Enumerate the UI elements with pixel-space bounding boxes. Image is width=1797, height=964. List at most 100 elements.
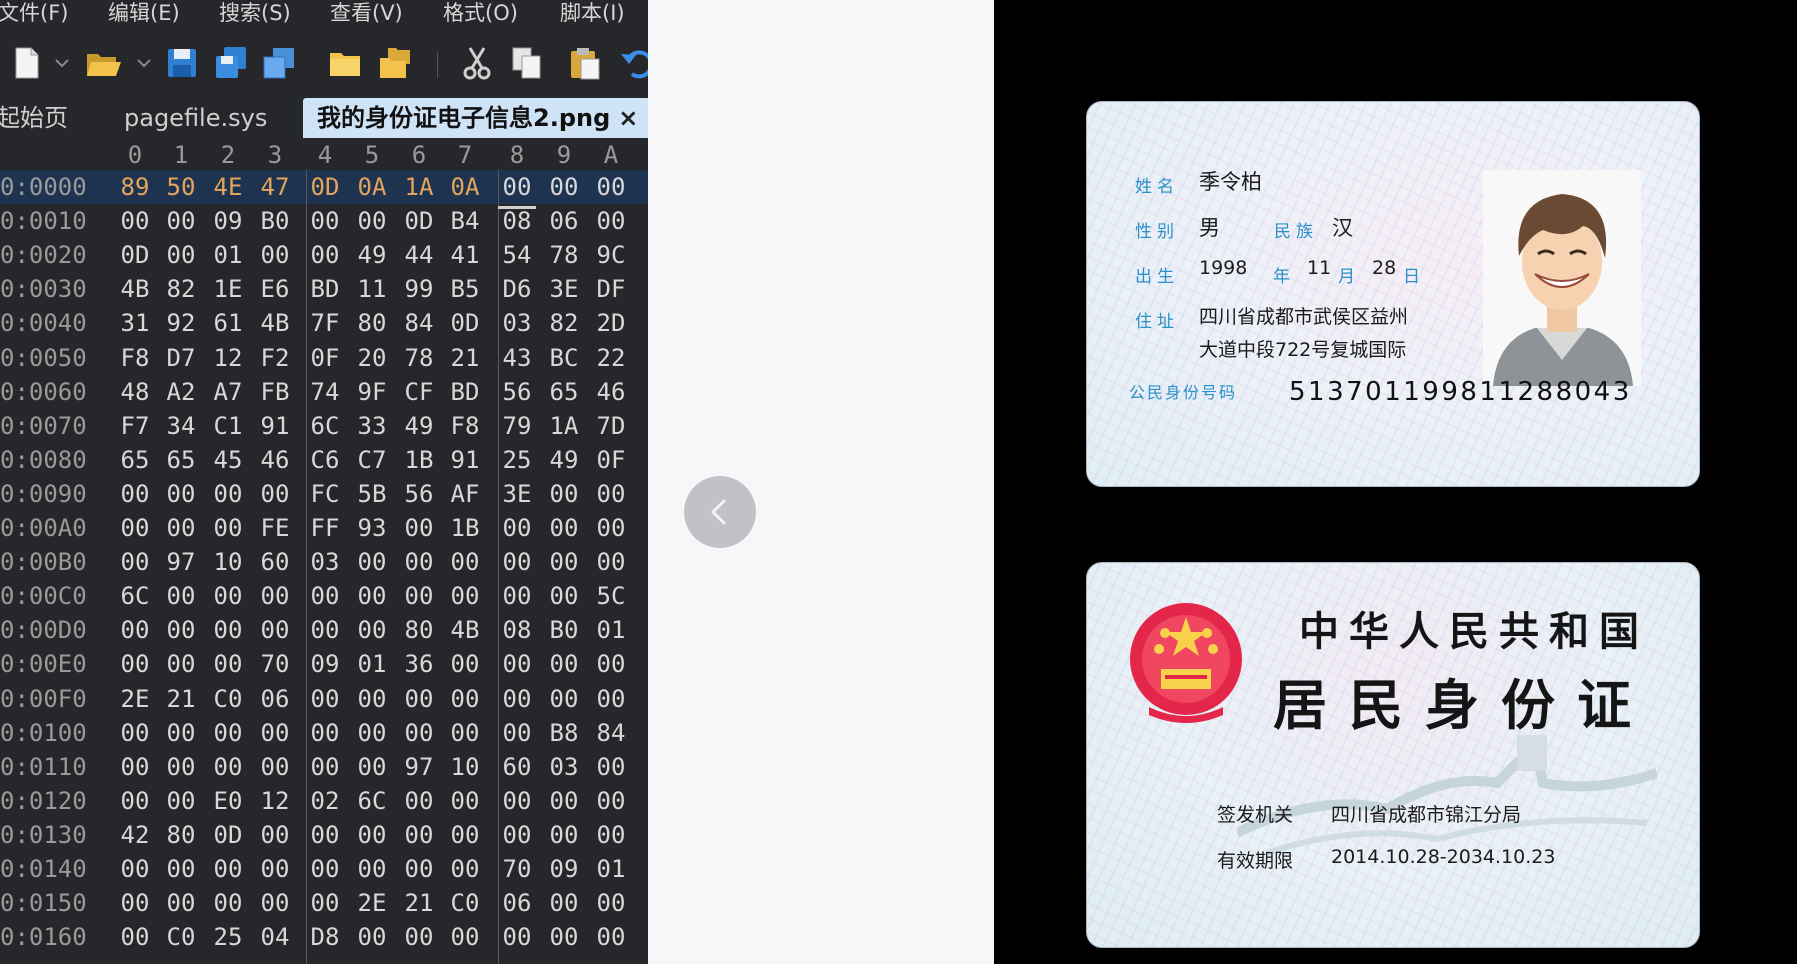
hex-byte[interactable]: 0 <box>634 647 648 681</box>
hex-byte[interactable]: 21 <box>442 341 488 375</box>
hex-byte[interactable]: 00 <box>588 682 634 716</box>
hex-row[interactable]: 0:016000C02504D80000000000000 <box>0 920 648 954</box>
hex-byte[interactable]: CF <box>396 375 442 409</box>
hex-byte[interactable]: 00 <box>205 579 251 613</box>
hex-byte[interactable]: 41 <box>442 238 488 272</box>
hex-byte[interactable]: 93 <box>349 511 395 545</box>
hex-byte[interactable]: 00 <box>442 682 488 716</box>
hex-row[interactable]: 0:015000000000002E21C00600000 <box>0 886 648 920</box>
hex-byte[interactable]: 0D <box>396 204 442 238</box>
hex-byte[interactable]: D7 <box>158 341 204 375</box>
hex-byte[interactable]: 12 <box>205 341 251 375</box>
copy-icon[interactable] <box>508 44 546 82</box>
hex-row[interactable]: 0:014000000000000000007009013 <box>0 852 648 886</box>
save-icon[interactable] <box>163 44 201 82</box>
hex-byte[interactable]: C0 <box>442 886 488 920</box>
hex-byte[interactable]: 1A <box>541 409 587 443</box>
hex-byte[interactable]: 00 <box>302 750 348 784</box>
hex-byte[interactable]: 00 <box>396 920 442 954</box>
hex-byte[interactable]: 00 <box>349 204 395 238</box>
hex-row[interactable]: 0:00A0000000FEFF93001B0000000 <box>0 511 648 545</box>
hex-byte[interactable]: 00 <box>396 545 442 579</box>
hex-byte[interactable]: E6 <box>252 272 298 306</box>
hex-byte[interactable]: 61 <box>205 306 251 340</box>
hex-byte[interactable]: 00 <box>252 579 298 613</box>
hex-byte[interactable]: 00 <box>541 647 587 681</box>
hex-byte[interactable]: 00 <box>349 716 395 750</box>
hex-byte[interactable]: 00 <box>158 647 204 681</box>
hex-byte[interactable]: 00 <box>112 647 158 681</box>
hex-byte[interactable]: 3 <box>634 852 648 886</box>
hex-byte[interactable]: 00 <box>158 886 204 920</box>
hex-byte[interactable]: 49 <box>541 443 587 477</box>
folders-icon[interactable] <box>376 44 414 82</box>
hex-byte[interactable]: 00 <box>252 818 298 852</box>
hex-byte[interactable]: 84 <box>588 716 634 750</box>
hex-byte[interactable]: 00 <box>112 511 158 545</box>
hex-byte[interactable]: 6C <box>112 579 158 613</box>
hex-byte[interactable]: 00 <box>494 716 540 750</box>
hex-byte[interactable]: 65 <box>158 443 204 477</box>
hex-byte[interactable]: 00 <box>112 613 158 647</box>
hex-byte[interactable]: 31 <box>112 306 158 340</box>
hex-byte[interactable]: 70 <box>252 647 298 681</box>
folder-icon[interactable] <box>326 44 364 82</box>
hex-byte[interactable]: 80 <box>158 818 204 852</box>
hex-row[interactable]: 0:013042800D00000000000000008 <box>0 818 648 852</box>
hex-byte[interactable]: C6 <box>302 443 348 477</box>
hex-row[interactable]: 0:01200000E012026C00000000000 <box>0 784 648 818</box>
hex-row[interactable]: 0:00F02E21C006000000000000000 <box>0 682 648 716</box>
hex-byte[interactable]: 0D <box>302 170 348 204</box>
hex-byte[interactable]: 5B <box>349 477 395 511</box>
hex-byte[interactable]: 00 <box>302 818 348 852</box>
hex-byte[interactable]: 97 <box>158 545 204 579</box>
hex-byte[interactable]: 91 <box>252 409 298 443</box>
hex-byte[interactable]: F2 <box>252 341 298 375</box>
hex-byte[interactable]: C0 <box>205 682 251 716</box>
hex-byte[interactable]: 00 <box>158 784 204 818</box>
hex-byte[interactable]: 82 <box>158 272 204 306</box>
tab-start-page[interactable]: 起始页 <box>0 98 68 138</box>
hex-byte[interactable]: 00 <box>494 170 540 204</box>
hex-byte[interactable]: 08 <box>494 613 540 647</box>
hex-byte[interactable]: 00 <box>302 716 348 750</box>
hex-byte[interactable]: 09 <box>302 647 348 681</box>
hex-byte[interactable]: 0 <box>634 716 648 750</box>
hex-row[interactable]: 0:00200D0001000049444154789CE <box>0 238 648 272</box>
hex-byte[interactable]: F8 <box>442 409 488 443</box>
hex-byte[interactable]: 00 <box>252 750 298 784</box>
hex-byte[interactable]: E0 <box>205 784 251 818</box>
hex-byte[interactable]: 00 <box>541 818 587 852</box>
hex-byte[interactable]: 00 <box>588 204 634 238</box>
hex-byte[interactable]: 2E <box>112 682 158 716</box>
hex-byte[interactable]: 00 <box>588 750 634 784</box>
hex-byte[interactable]: 04 <box>252 920 298 954</box>
hex-byte[interactable]: 00 <box>112 477 158 511</box>
hex-byte[interactable]: 00 <box>349 852 395 886</box>
hex-byte[interactable]: 21 <box>158 682 204 716</box>
hex-byte[interactable]: 09 <box>541 852 587 886</box>
hex-row[interactable]: 0:0050 F8D712F20F20782143BC223 <box>0 341 648 375</box>
hex-byte[interactable]: BD <box>302 272 348 306</box>
hex-byte[interactable]: 00 <box>588 784 634 818</box>
hex-byte[interactable]: 82 <box>541 306 587 340</box>
menu-script[interactable]: 脚本(I) <box>560 0 625 30</box>
hex-byte[interactable]: B0 <box>252 204 298 238</box>
hex-byte[interactable]: 8 <box>634 818 648 852</box>
hex-byte[interactable]: 0 <box>634 920 648 954</box>
hex-byte[interactable]: C7 <box>349 443 395 477</box>
hex-byte[interactable]: 00 <box>541 886 587 920</box>
hex-byte[interactable]: 09 <box>205 204 251 238</box>
hex-byte[interactable]: 00 <box>205 852 251 886</box>
hex-byte[interactable]: 4B <box>252 306 298 340</box>
hex-byte[interactable]: 11 <box>349 272 395 306</box>
hex-byte[interactable]: 0F <box>302 341 348 375</box>
hex-view[interactable]: 0123456789AB 0:000089504E470D0A1A0A00000… <box>0 140 648 964</box>
hex-byte[interactable]: 25 <box>494 443 540 477</box>
hex-byte[interactable]: 00 <box>442 920 488 954</box>
hex-byte[interactable]: 45 <box>205 443 251 477</box>
hex-byte[interactable]: 00 <box>396 579 442 613</box>
hex-byte[interactable]: 4B <box>112 272 158 306</box>
hex-row[interactable]: 0:0010000009B000000DB40806000 <box>0 204 648 238</box>
hex-byte[interactable]: 56 <box>494 375 540 409</box>
